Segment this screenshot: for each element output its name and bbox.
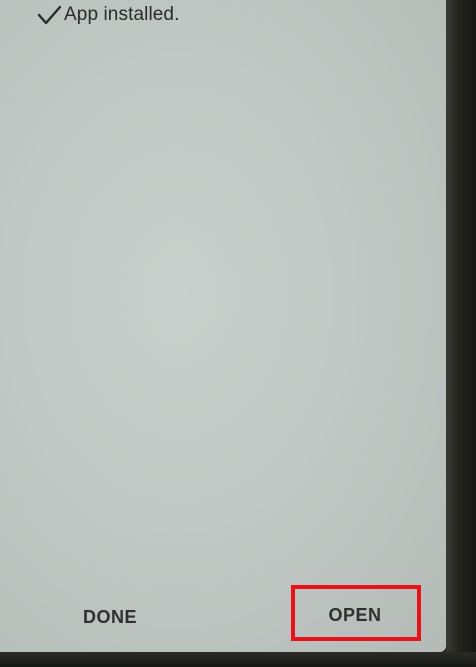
install-status-text: App installed. [64, 4, 180, 25]
done-button[interactable]: DONE [66, 600, 154, 634]
device-bezel-bottom [0, 652, 476, 667]
device-bezel-right [446, 0, 476, 667]
open-button[interactable]: OPEN [296, 590, 414, 640]
checkmark-icon [36, 2, 62, 28]
install-status: App installed. [36, 2, 179, 28]
install-complete-screen: App installed. DONE OPEN [0, 0, 446, 652]
